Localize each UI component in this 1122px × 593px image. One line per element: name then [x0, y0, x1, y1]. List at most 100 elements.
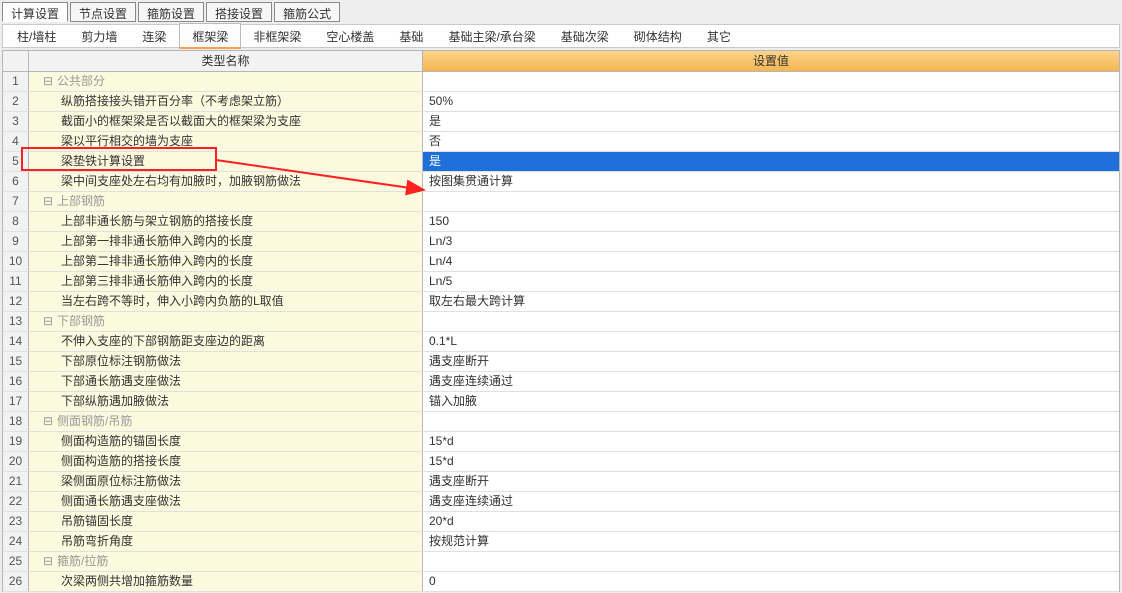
- table-row[interactable]: 25⊟箍筋/拉筋: [3, 552, 1119, 572]
- row-name-cell: 当左右跨不等时，伸入小跨内负筋的L取值: [29, 292, 423, 311]
- collapse-icon[interactable]: ⊟: [43, 557, 53, 567]
- top-tab-lap[interactable]: 搭接设置: [206, 2, 272, 22]
- row-value-cell[interactable]: 15*d: [423, 452, 1119, 471]
- row-number: 10: [3, 252, 29, 271]
- row-value-cell[interactable]: 否: [423, 132, 1119, 151]
- row-name-cell: ⊟ 下部钢筋: [29, 312, 423, 331]
- sub-tab-col-wall[interactable]: 柱/墙柱: [5, 24, 69, 49]
- row-value-cell[interactable]: [423, 552, 1119, 571]
- table-row[interactable]: 24吊筋弯折角度按规范计算: [3, 532, 1119, 552]
- top-tab-stirrup[interactable]: 箍筋设置: [138, 2, 204, 22]
- row-value-cell[interactable]: Ln/3: [423, 232, 1119, 251]
- table-row[interactable]: 10上部第二排非通长筋伸入跨内的长度Ln/4: [3, 252, 1119, 272]
- sub-tab-foundation-sec[interactable]: 基础次梁: [549, 24, 622, 49]
- row-name-cell: 梁以平行相交的墙为支座: [29, 132, 423, 151]
- row-value-cell[interactable]: 按图集贯通计算: [423, 172, 1119, 191]
- table-row[interactable]: 15下部原位标注钢筋做法遇支座断开: [3, 352, 1119, 372]
- row-value-cell[interactable]: [423, 192, 1119, 211]
- row-value-cell[interactable]: Ln/5: [423, 272, 1119, 291]
- table-row[interactable]: 13⊟下部钢筋: [3, 312, 1119, 332]
- row-value-cell[interactable]: 按规范计算: [423, 532, 1119, 551]
- collapse-icon[interactable]: ⊟: [43, 317, 53, 327]
- header-name: 类型名称: [29, 51, 423, 71]
- top-tab-node[interactable]: 节点设置: [70, 2, 136, 22]
- sub-tab-foundation[interactable]: 基础: [387, 24, 436, 49]
- row-value-cell[interactable]: 遇支座断开: [423, 472, 1119, 491]
- row-name-cell: 次梁两侧共增加箍筋数量: [29, 572, 423, 591]
- row-number: 12: [3, 292, 29, 311]
- collapse-icon[interactable]: ⊟: [43, 417, 53, 427]
- row-value-cell[interactable]: 是: [423, 112, 1119, 131]
- row-name-label: 箍筋/拉筋: [57, 552, 108, 571]
- collapse-icon[interactable]: ⊟: [43, 197, 53, 207]
- table-row[interactable]: 17下部纵筋遇加腋做法锚入加腋: [3, 392, 1119, 412]
- table-row[interactable]: 3截面小的框架梁是否以截面大的框架梁为支座是: [3, 112, 1119, 132]
- sub-tab-nonframe-beam[interactable]: 非框架梁: [241, 24, 314, 49]
- table-row[interactable]: 4 梁以平行相交的墙为支座 否: [3, 132, 1119, 152]
- sub-tab-masonry[interactable]: 砌体结构: [622, 24, 695, 49]
- row-value-cell[interactable]: [423, 412, 1119, 431]
- table-row[interactable]: 11上部第三排非通长筋伸入跨内的长度Ln/5: [3, 272, 1119, 292]
- row-value-cell[interactable]: 遇支座断开: [423, 352, 1119, 371]
- row-name-label: 截面小的框架梁是否以截面大的框架梁为支座: [61, 112, 301, 131]
- table-row[interactable]: 1⊟公共部分: [3, 72, 1119, 92]
- table-row[interactable]: 23吊筋锚固长度20*d: [3, 512, 1119, 532]
- row-name-label: 侧面构造筋的搭接长度: [61, 452, 181, 471]
- table-row[interactable]: 19侧面构造筋的锚固长度15*d: [3, 432, 1119, 452]
- row-number: 4: [3, 132, 29, 151]
- sub-tab-other[interactable]: 其它: [695, 24, 744, 49]
- top-tab-calc[interactable]: 计算设置: [2, 2, 68, 22]
- table-row[interactable]: 26次梁两侧共增加箍筋数量0: [3, 572, 1119, 592]
- row-name-cell: 上部第三排非通长筋伸入跨内的长度: [29, 272, 423, 291]
- table-row[interactable]: 18⊟侧面钢筋/吊筋: [3, 412, 1119, 432]
- table-row[interactable]: 14不伸入支座的下部钢筋距支座边的距离0.1*L: [3, 332, 1119, 352]
- row-name-label: 梁以平行相交的墙为支座: [61, 132, 193, 151]
- row-name-cell: 纵筋搭接接头错开百分率（不考虑架立筋）: [29, 92, 423, 111]
- row-name-cell: 梁中间支座处左右均有加腋时，加腋钢筋做法: [29, 172, 423, 191]
- table-row[interactable]: 12当左右跨不等时，伸入小跨内负筋的L取值取左右最大跨计算: [3, 292, 1119, 312]
- row-value-cell[interactable]: 锚入加腋: [423, 392, 1119, 411]
- sub-tab-hollow-slab[interactable]: 空心楼盖: [314, 24, 387, 49]
- row-value-cell[interactable]: 0.1*L: [423, 332, 1119, 351]
- row-number: 5: [3, 152, 29, 171]
- sub-tab-conn-beam[interactable]: 连梁: [130, 24, 179, 49]
- row-name-cell: 不伸入支座的下部钢筋距支座边的距离: [29, 332, 423, 351]
- row-value-cell[interactable]: 20*d: [423, 512, 1119, 531]
- grid-body: 1⊟公共部分2纵筋搭接接头错开百分率（不考虑架立筋）50%3截面小的框架梁是否以…: [2, 72, 1120, 592]
- collapse-icon[interactable]: ⊟: [43, 77, 53, 87]
- row-name-cell: 梁侧面原位标注筋做法: [29, 472, 423, 491]
- row-value-cell[interactable]: 取左右最大跨计算: [423, 292, 1119, 311]
- sub-tab-shear-wall[interactable]: 剪力墙: [69, 24, 130, 49]
- table-row[interactable]: 7⊟上部钢筋: [3, 192, 1119, 212]
- table-row[interactable]: 6梁中间支座处左右均有加腋时，加腋钢筋做法按图集贯通计算: [3, 172, 1119, 192]
- table-row[interactable]: 9上部第一排非通长筋伸入跨内的长度Ln/3: [3, 232, 1119, 252]
- row-name-label: 下部钢筋: [57, 312, 105, 331]
- row-value-cell[interactable]: [423, 312, 1119, 331]
- row-value-cell[interactable]: 0: [423, 572, 1119, 591]
- row-value-cell[interactable]: 15*d: [423, 432, 1119, 451]
- row-number: 16: [3, 372, 29, 391]
- table-row[interactable]: 22侧面通长筋遇支座做法遇支座连续通过: [3, 492, 1119, 512]
- row-name-label: 侧面构造筋的锚固长度: [61, 432, 181, 451]
- table-row[interactable]: 5梁垫铁计算设置是: [3, 152, 1119, 172]
- sub-tab-frame-beam[interactable]: 框架梁: [179, 23, 241, 49]
- top-tab-formula[interactable]: 箍筋公式: [274, 2, 340, 22]
- row-value-cell[interactable]: [423, 72, 1119, 91]
- table-row[interactable]: 2纵筋搭接接头错开百分率（不考虑架立筋）50%: [3, 92, 1119, 112]
- row-value-cell[interactable]: 遇支座连续通过: [423, 372, 1119, 391]
- table-row[interactable]: 16下部通长筋遇支座做法遇支座连续通过: [3, 372, 1119, 392]
- row-name-cell: ⊟公共部分: [29, 72, 423, 91]
- row-value-cell[interactable]: 遇支座连续通过: [423, 492, 1119, 511]
- row-number: 1: [3, 72, 29, 91]
- row-name-cell: 上部第一排非通长筋伸入跨内的长度: [29, 232, 423, 251]
- sub-tab-bar: 柱/墙柱 剪力墙 连梁 框架梁 非框架梁 空心楼盖 基础 基础主梁/承台梁 基础…: [2, 24, 1120, 48]
- table-row[interactable]: 8上部非通长筋与架立钢筋的搭接长度150: [3, 212, 1119, 232]
- row-value-cell[interactable]: 150: [423, 212, 1119, 231]
- table-row[interactable]: 21梁侧面原位标注筋做法遇支座断开: [3, 472, 1119, 492]
- table-row[interactable]: 20侧面构造筋的搭接长度15*d: [3, 452, 1119, 472]
- row-number: 18: [3, 412, 29, 431]
- row-value-cell[interactable]: 是: [423, 152, 1119, 171]
- row-value-cell[interactable]: Ln/4: [423, 252, 1119, 271]
- row-value-cell[interactable]: 50%: [423, 92, 1119, 111]
- sub-tab-foundation-main[interactable]: 基础主梁/承台梁: [436, 24, 548, 49]
